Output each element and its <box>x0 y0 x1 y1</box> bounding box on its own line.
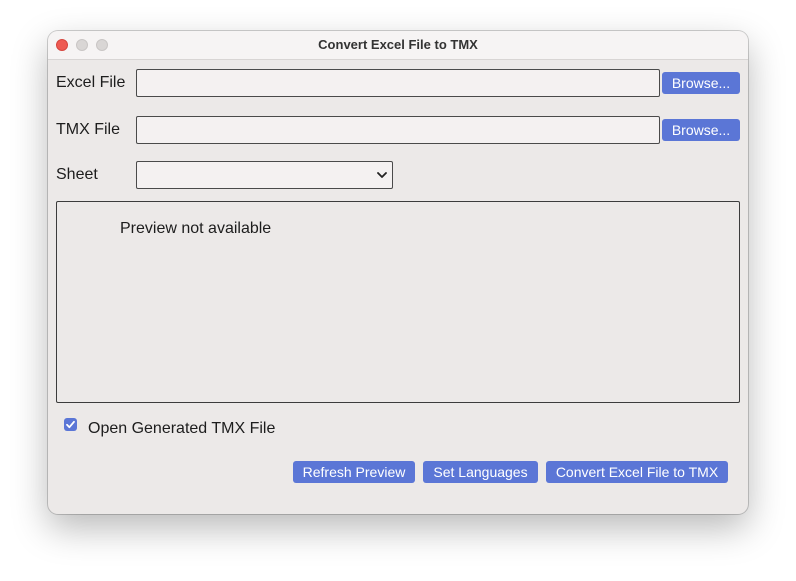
checkmark-icon <box>66 420 75 429</box>
open-generated-label: Open Generated TMX File <box>88 420 276 437</box>
set-languages-button[interactable]: Set Languages <box>423 461 538 483</box>
convert-button[interactable]: Convert Excel File to TMX <box>546 461 728 483</box>
window-title: Convert Excel File to TMX <box>318 37 478 52</box>
refresh-preview-button[interactable]: Refresh Preview <box>293 461 415 483</box>
sheet-label: Sheet <box>56 166 98 183</box>
chevron-down-icon <box>377 172 387 178</box>
tmx-browse-button[interactable]: Browse... <box>662 119 740 141</box>
excel-file-label: Excel File <box>56 74 126 91</box>
convert-excel-window: Convert Excel File to TMX Excel File Bro… <box>48 31 748 514</box>
excel-browse-button[interactable]: Browse... <box>662 72 740 94</box>
tmx-file-input[interactable] <box>136 116 660 144</box>
sheet-select[interactable] <box>136 161 393 189</box>
excel-file-input[interactable] <box>136 69 660 97</box>
preview-status-text: Preview not available <box>120 220 272 237</box>
tmx-file-label: TMX File <box>56 121 120 138</box>
preview-panel: Preview not available <box>56 201 740 403</box>
title-bar[interactable]: Convert Excel File to TMX <box>48 31 748 60</box>
open-generated-checkbox[interactable] <box>64 418 77 431</box>
